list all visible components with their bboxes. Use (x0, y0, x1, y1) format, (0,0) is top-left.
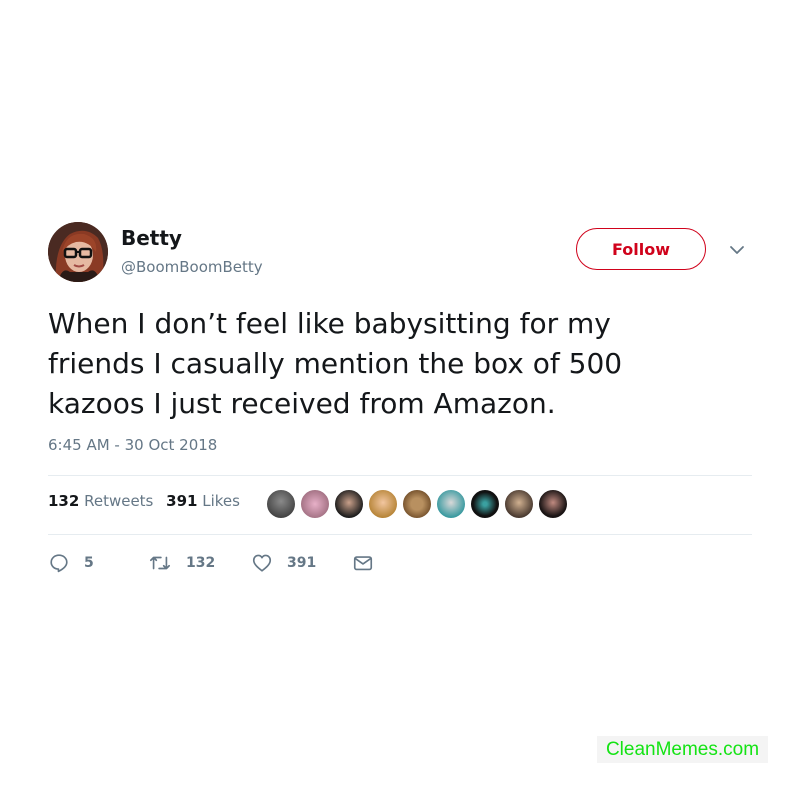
liker-avatar[interactable] (368, 489, 398, 519)
likes-stat-label: Likes (202, 492, 240, 510)
watermark: CleanMemes.com (597, 736, 768, 763)
liker-avatar[interactable] (266, 489, 296, 519)
liker-avatar[interactable] (470, 489, 500, 519)
liker-avatar[interactable] (436, 489, 466, 519)
chevron-down-icon[interactable] (729, 242, 745, 258)
tweet-timestamp[interactable]: 6:45 AM - 30 Oct 2018 (48, 436, 217, 454)
envelope-icon (353, 556, 373, 571)
follow-button[interactable]: Follow (576, 228, 706, 270)
display-name[interactable]: Betty (121, 226, 182, 250)
divider (48, 475, 752, 476)
likes-stat[interactable]: 391 Likes (166, 492, 240, 510)
retweets-stat-label: Retweets (84, 492, 154, 510)
avatar-image (48, 222, 108, 282)
reply-count: 5 (84, 555, 94, 571)
liker-avatar[interactable] (334, 489, 364, 519)
liker-avatar[interactable] (538, 489, 568, 519)
like-button[interactable]: 391 (251, 550, 331, 578)
like-count: 391 (287, 555, 317, 571)
liker-avatar[interactable] (402, 489, 432, 519)
heart-icon (252, 554, 272, 572)
liker-avatar[interactable] (504, 489, 534, 519)
tweet-stats: 132 Retweets 391 Likes (48, 492, 248, 510)
retweet-count: 132 (186, 555, 216, 571)
retweets-stat-count: 132 (48, 492, 80, 510)
direct-message-button[interactable] (352, 550, 376, 578)
reply-button[interactable]: 5 (48, 550, 108, 578)
retweet-button[interactable]: 132 (148, 550, 228, 578)
tweet-text: When I don’t feel like babysitting for m… (48, 307, 623, 420)
avatar[interactable] (48, 222, 108, 282)
page: Betty @BoomBoomBetty Follow When I don’t… (0, 0, 800, 800)
liker-avatar[interactable] (300, 489, 330, 519)
divider (48, 534, 752, 535)
reply-icon (50, 554, 68, 573)
retweet-icon (150, 556, 170, 570)
tweet-actions: 5 132 391 (48, 550, 752, 578)
user-handle[interactable]: @BoomBoomBetty (121, 258, 263, 276)
likes-stat-count: 391 (166, 492, 198, 510)
tweet-card: Betty @BoomBoomBetty Follow When I don’t… (48, 222, 752, 573)
retweets-stat[interactable]: 132 Retweets (48, 492, 153, 510)
tweet-header: Betty @BoomBoomBetty Follow (48, 222, 752, 284)
